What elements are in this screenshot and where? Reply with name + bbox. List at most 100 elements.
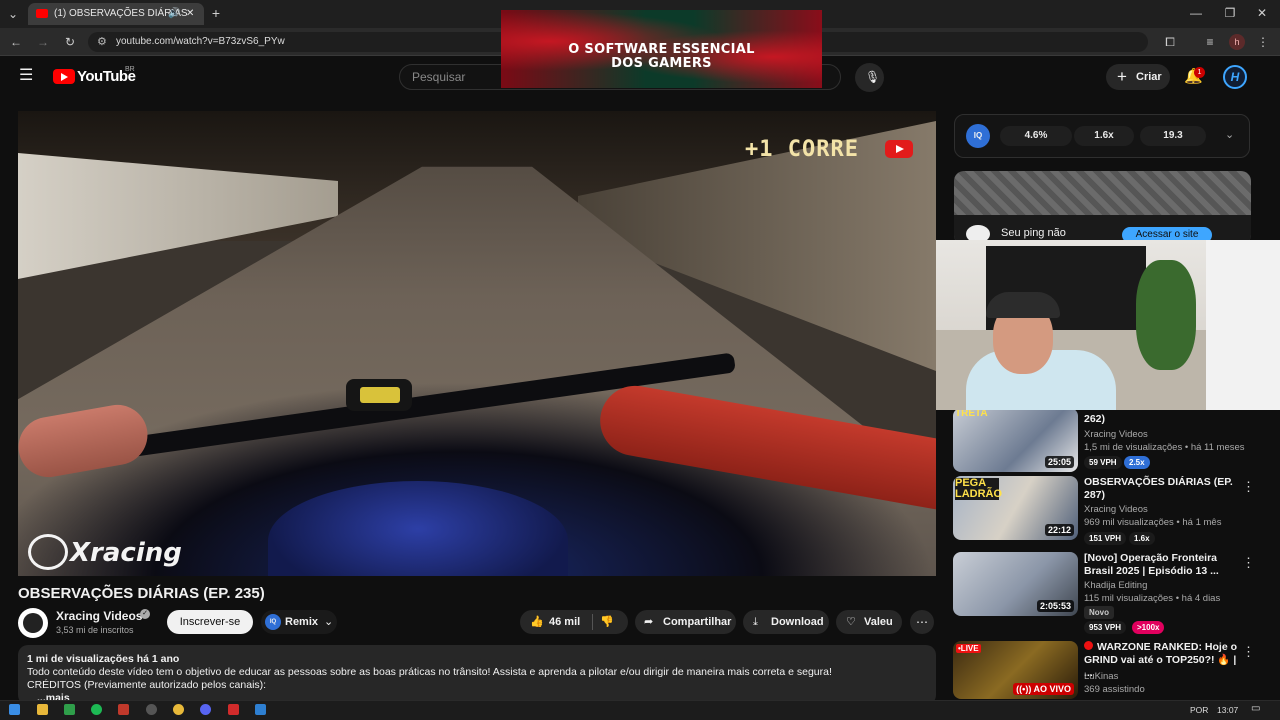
share-button[interactable]: ➦ Compartilhar	[635, 610, 736, 634]
ad-text: Seu ping não	[1001, 227, 1066, 239]
maximize-icon[interactable]: ❐	[1222, 6, 1238, 20]
subscriber-count: 3,53 mi de inscritos	[56, 625, 134, 635]
xracing-helmet-logo-icon	[28, 534, 68, 570]
voice-search-button[interactable]: 🎙	[855, 63, 884, 92]
media-control-icon[interactable]: ≡	[1203, 35, 1217, 49]
subscribe-button[interactable]: Inscrever-se	[167, 610, 253, 634]
create-button[interactable]: + Criar	[1106, 64, 1170, 90]
vph-badge: 953 VPH	[1084, 621, 1127, 634]
webcam-person-cap	[986, 292, 1060, 318]
video-description[interactable]: 1 mi de visualizações há 1 ano Todo cont…	[18, 645, 936, 705]
spotify-icon[interactable]	[91, 704, 102, 715]
recommendation-meta: 969 mil visualizações • há 1 mês	[1084, 517, 1222, 528]
profile-avatar[interactable]: h	[1229, 34, 1245, 50]
recommendation-title[interactable]: [Novo] Operação Fronteira Brasil 2025 | …	[1084, 552, 1244, 578]
video-youtube-overlay-icon	[885, 140, 913, 158]
speaker-icon[interactable]: 🔊	[168, 3, 180, 25]
webcam-plant	[1136, 260, 1196, 370]
thumbnail-caption: PEGA LADRÃO	[955, 477, 1003, 500]
tab-list-icon[interactable]: ⌄	[6, 7, 20, 21]
verified-check-icon: ✓	[140, 609, 150, 619]
reload-icon[interactable]: ↻	[62, 35, 78, 49]
plus-icon: +	[1117, 67, 1127, 86]
recommendation-title[interactable]: OBSERVAÇÕES DIÁRIAS (EP. 287)	[1084, 476, 1244, 502]
recommendation-menu-icon[interactable]: ⋮	[1242, 644, 1255, 660]
new-tab-icon[interactable]: +	[209, 6, 223, 20]
recommendation-item[interactable]: TRETA 25:05 262) Xracing Videos 1,5 mi d…	[953, 404, 1265, 472]
news-app-icon[interactable]	[118, 704, 129, 715]
back-icon[interactable]: ←	[8, 35, 24, 49]
close-window-icon[interactable]: ✕	[1254, 6, 1270, 20]
file-explorer-icon[interactable]	[37, 704, 48, 715]
app-icon[interactable]	[228, 704, 239, 715]
multiplier-badge: 1.6x	[1129, 532, 1155, 545]
discord-icon[interactable]	[200, 704, 211, 715]
recommendation-thumbnail[interactable]: 2:05:53	[953, 552, 1078, 616]
notification-center-icon[interactable]: ▭	[1251, 703, 1260, 714]
vph-badge: 151 VPH	[1084, 532, 1127, 545]
recommendation-channel[interactable]: Xracing Videos	[1084, 504, 1148, 516]
streamer-webcam-overlay	[936, 240, 1280, 410]
steam-icon[interactable]	[255, 704, 266, 715]
taskbar-clock[interactable]: 13:07	[1217, 705, 1238, 715]
recommendation-channel[interactable]: LuKinas	[1084, 671, 1118, 683]
account-avatar[interactable]: H	[1223, 65, 1247, 89]
obs-icon[interactable]	[146, 704, 157, 715]
view-stats: 1 mi de visualizações há 1 ano	[27, 653, 180, 665]
like-icon[interactable]: 👍	[530, 610, 544, 634]
recommendation-thumbnail[interactable]: PEGA LADRÃO 22:12	[953, 476, 1078, 540]
close-tab-icon[interactable]: ✕	[186, 3, 194, 25]
recommendation-thumbnail[interactable]: TRETA 25:05	[953, 408, 1078, 472]
vidiq-logo-icon[interactable]: IQ	[966, 124, 990, 148]
chrome-icon[interactable]	[173, 704, 184, 715]
recommendation-channel[interactable]: Khadija Editing	[1084, 580, 1147, 592]
input-language[interactable]: POR	[1190, 705, 1208, 715]
video-duration: 2:05:53	[1036, 600, 1074, 612]
start-menu-icon[interactable]	[9, 704, 20, 715]
extension-stat-3: 19.3	[1140, 126, 1206, 146]
notification-count-badge: 1	[1194, 67, 1205, 78]
video-lcd-display	[360, 387, 400, 403]
recommendation-menu-icon[interactable]: ⋮	[1242, 479, 1255, 495]
country-code: BR	[125, 66, 135, 73]
remix-button[interactable]: IQ Remix ⌄	[261, 610, 337, 634]
recommendation-item[interactable]: 2:05:53 [Novo] Operação Fronteira Brasil…	[953, 552, 1265, 634]
browser-menu-icon[interactable]: ⋮	[1256, 35, 1270, 49]
recommendation-title[interactable]: 262)	[1084, 413, 1244, 426]
microphone-icon: 🎙	[865, 70, 881, 84]
new-badge: Novo	[1084, 606, 1114, 619]
recommendation-item[interactable]: PEGA LADRÃO 22:12 OBSERVAÇÕES DIÁRIAS (E…	[953, 476, 1265, 545]
youtube-logo-icon[interactable]	[53, 69, 75, 84]
video-player[interactable]	[18, 111, 936, 576]
recommendation-thumbnail[interactable]: •LIVE ((•)) AO VIVO	[953, 641, 1078, 699]
like-count[interactable]: 46 mil	[549, 610, 580, 634]
more-actions-icon[interactable]: ⋯	[910, 610, 934, 634]
dislike-icon[interactable]: 👎	[600, 610, 614, 634]
extensions-icon[interactable]: ⧠	[1163, 35, 1177, 49]
site-settings-icon[interactable]: ⚙	[97, 32, 107, 52]
recommendation-menu-icon[interactable]: ⋮	[1242, 555, 1255, 571]
chevron-down-icon: ⌄	[324, 616, 334, 628]
vph-badge: 59 VPH	[1084, 456, 1122, 469]
recommendation-meta: 115 mil visualizações • há 4 dias	[1084, 593, 1221, 604]
forward-icon[interactable]: →	[35, 35, 51, 49]
url-text: youtube.com/watch?v=B73zvS6_PYw	[116, 36, 285, 47]
gamer-software-banner[interactable]: O SOFTWARE ESSENCIAL DOS GAMERS	[501, 10, 822, 88]
recommendation-channel[interactable]: Xracing Videos	[1084, 429, 1148, 441]
multiplier-badge: 2.5x	[1124, 456, 1150, 469]
extension-expand-icon[interactable]: ⌄	[1225, 128, 1234, 141]
recommendation-item[interactable]: •LIVE ((•)) AO VIVO WARZONE RANKED: Hoje…	[953, 641, 1265, 699]
video-title: OBSERVAÇÕES DIÁRIAS (EP. 235)	[18, 585, 265, 602]
download-button[interactable]: ⤓ Download	[743, 610, 829, 634]
thanks-button[interactable]: ♡ Valeu	[836, 610, 902, 634]
like-dislike-group: 👍 46 mil 👎	[520, 610, 628, 634]
minimize-icon[interactable]: —	[1188, 6, 1204, 20]
channel-avatar[interactable]	[18, 608, 48, 638]
channel-name[interactable]: Xracing Videos	[56, 609, 142, 623]
hamburger-menu-icon[interactable]: ☰	[19, 68, 34, 84]
browser-tab[interactable]: (1) OBSERVAÇÕES DIÁRIAS 🔊 ✕	[28, 3, 204, 25]
remix-iq-icon: IQ	[265, 614, 281, 630]
xbox-icon[interactable]	[64, 704, 75, 715]
helmet-icon	[23, 613, 43, 633]
recommendation-meta: 1,5 mi de visualizações • há 11 meses	[1084, 442, 1245, 453]
